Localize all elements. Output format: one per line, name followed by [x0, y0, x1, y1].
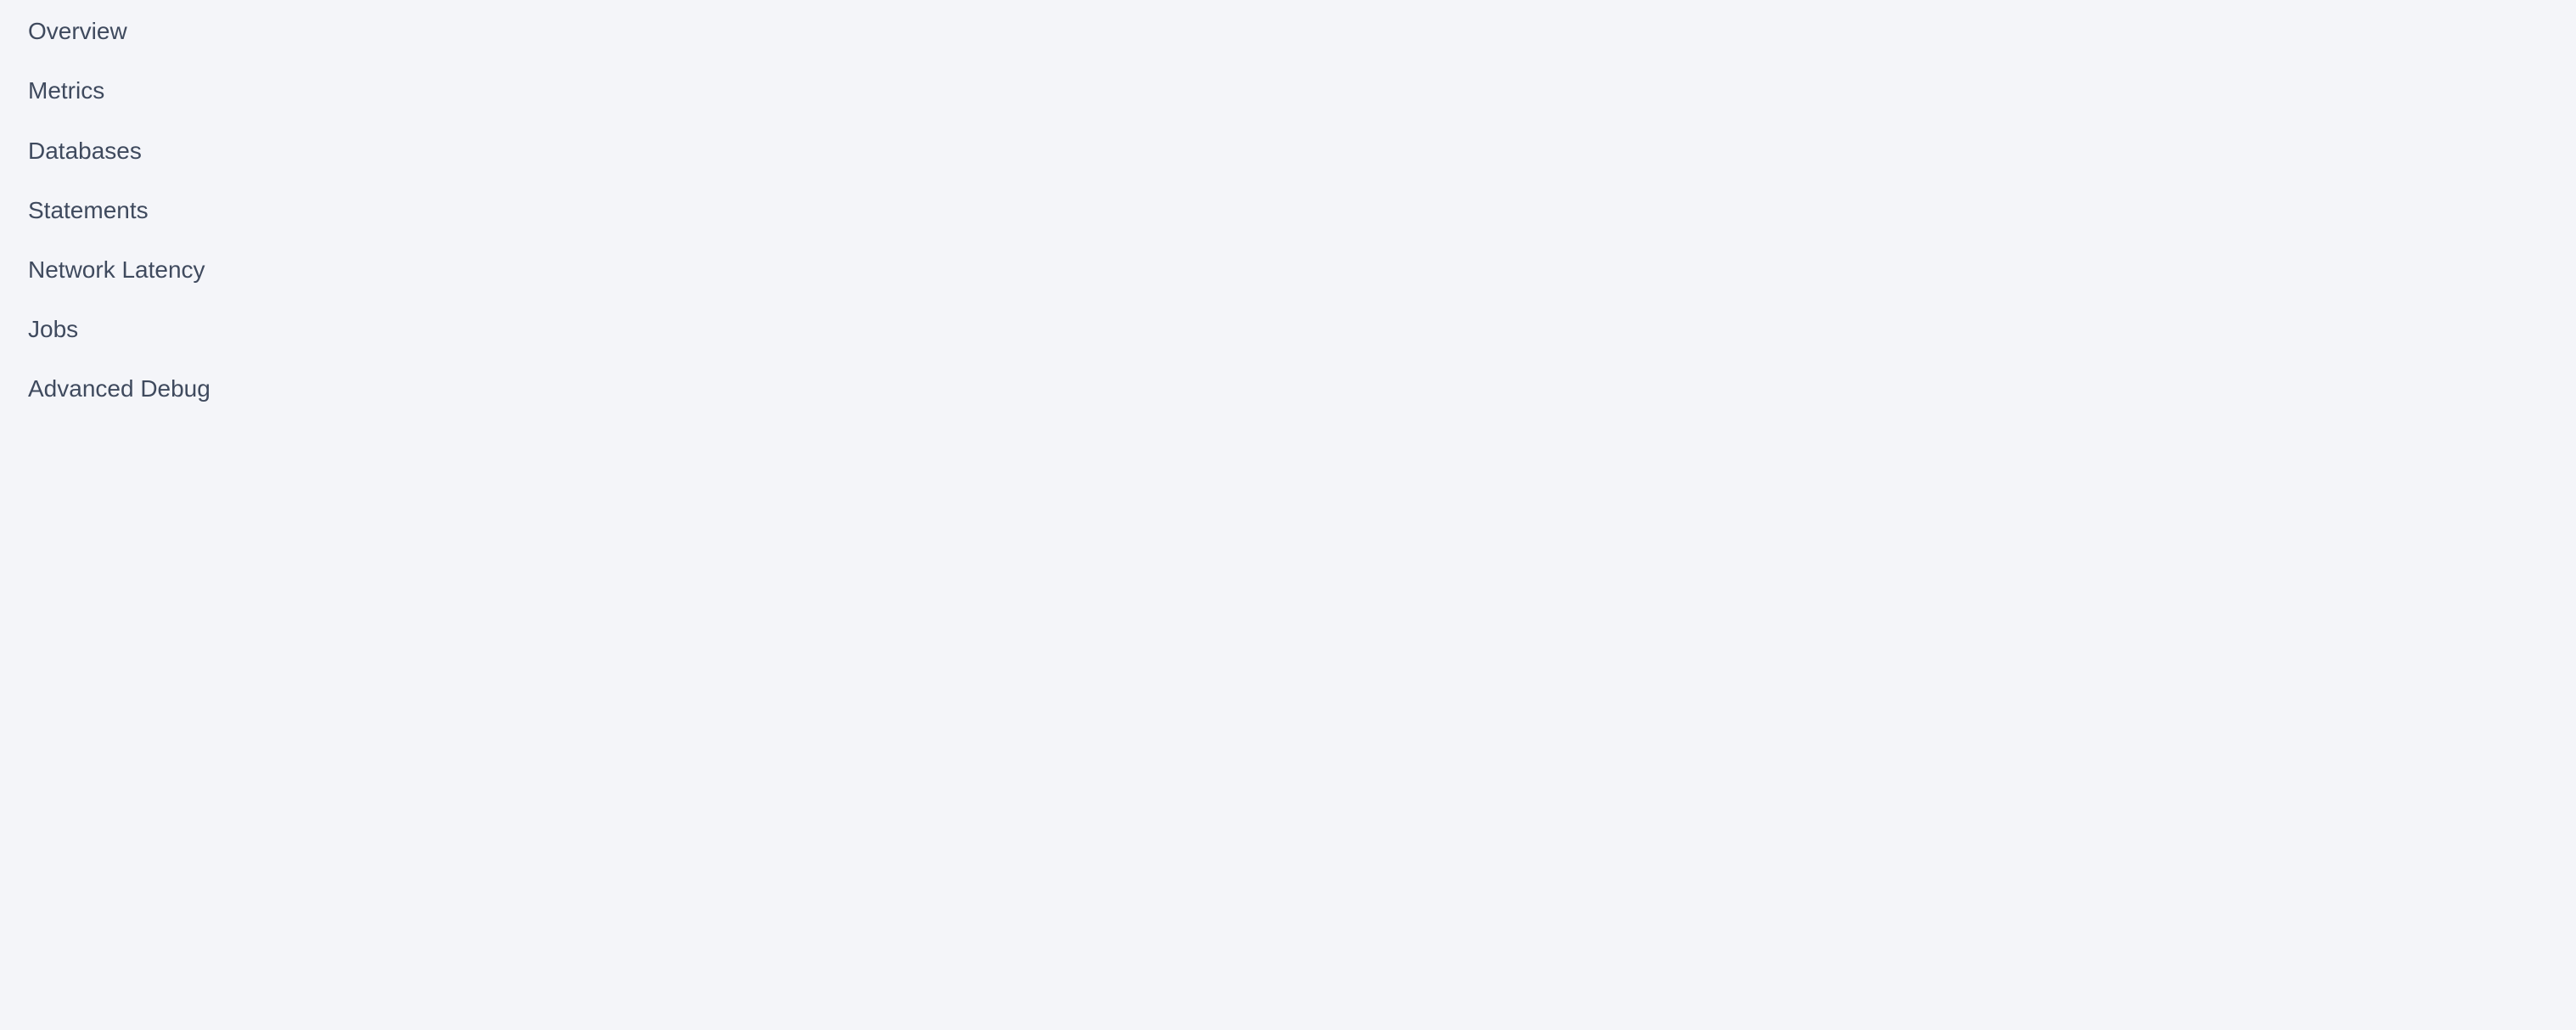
table-row: localhost:26257 (n1) 2 minutes 63 0% 1% … — [0, 520, 2576, 642]
sidebar-item-databases[interactable]: Databases — [28, 121, 142, 181]
node-address-cell[interactable]: localhost:26259 (n2) — [0, 642, 2576, 657]
column-header-cpus[interactable]: CPUS — [0, 474, 2576, 489]
cpus-cell: 16 — [0, 718, 2576, 734]
uptime-cell: 2 minutes — [0, 780, 2576, 795]
column-header-replicas[interactable]: REPLICAS — [0, 428, 2576, 443]
column-header-memory-use[interactable]: MEMORY USE — [0, 459, 2576, 474]
cpus-cell: 16 — [0, 841, 2576, 856]
column-header-uptime[interactable]: UPTIME — [0, 413, 2576, 428]
sidebar-item-statements[interactable]: Statements — [28, 181, 149, 240]
sidebar-item-jobs[interactable]: Jobs — [28, 300, 78, 359]
sidebar-item-metrics[interactable]: Metrics — [28, 61, 104, 121]
sidebar-item-advanced-debug[interactable]: Advanced Debug — [28, 359, 210, 419]
version-cell: v20.1.0-bet… — [0, 611, 2576, 627]
node-address-cell[interactable]: localhost:26257 (n1) — [0, 520, 2576, 535]
table-row: localhost:26259 (n2) 2 minutes 63 0% 0% … — [0, 642, 2576, 764]
capacity-use-cell: 0% — [0, 810, 2576, 825]
sidebar: Overview Metrics Databases Statements Ne… — [0, 0, 346, 1030]
cluster-summary-card: Capacity Usage 0.0% 0 GiB 200 GiB 400 Gi… — [0, 0, 2576, 367]
capacity-use-cell: 0% — [0, 688, 2576, 703]
node-address-cell[interactable]: localhost:26258 (n3) — [0, 764, 2576, 780]
cpus-cell: 16 — [0, 596, 2576, 611]
version-cell: v20.1.0-bet… — [0, 734, 2576, 749]
column-header-version[interactable]: VERSION — [0, 489, 2576, 504]
nodes-table-header: NODES UPTIME REPLICAS CAPACITY USE MEMOR… — [0, 397, 2576, 520]
sidebar-item-network-latency[interactable]: Network Latency — [28, 240, 205, 300]
axis-label-400gib: 400 GiB — [0, 61, 2576, 76]
axis-label-200gib: 200 GiB — [0, 46, 2576, 61]
used-capacity-label: USED CAPACITY — [0, 76, 2576, 92]
column-header-capacity-use[interactable]: CAPACITY USE — [0, 443, 2576, 459]
usable-capacity-label: USABLE CAPACITY — [0, 107, 2576, 122]
memory-use-cell: 0% — [0, 703, 2576, 718]
capacity-use-cell: 0% — [0, 566, 2576, 581]
nodes-section-title: Nodes (3) — [0, 382, 2576, 397]
status-cell: LIVE — [0, 871, 2576, 886]
status-cell: LIVE — [0, 627, 2576, 642]
usable-capacity-value: 515.9 GiB — [0, 122, 2576, 138]
memory-use-cell: 1% — [0, 825, 2576, 841]
replicas-cell: 63 — [0, 795, 2576, 810]
node-list-dropdown-label[interactable]: Node List — [0, 367, 2576, 382]
version-cell: v20.1.0-bet… — [0, 856, 2576, 871]
nodes-card: Nodes (3) NODES UPTIME REPLICAS CAPACITY… — [0, 382, 2576, 886]
table-row: localhost:26258 (n3) 2 minutes 63 0% 1% … — [0, 764, 2576, 886]
used-capacity-value: 25.5 MiB — [0, 92, 2576, 107]
status-cell: LIVE — [0, 749, 2576, 764]
uptime-cell: 2 minutes — [0, 657, 2576, 673]
memory-use-cell: 1% — [0, 581, 2576, 596]
nodes-table: NODES UPTIME REPLICAS CAPACITY USE MEMOR… — [0, 397, 2576, 886]
node-status-title: Node Status — [0, 138, 2576, 153]
uptime-cell: 2 minutes — [0, 535, 2576, 550]
column-header-nodes[interactable]: NODES — [0, 397, 2576, 413]
axis-label-0gib: 0 GiB — [0, 31, 2576, 46]
sidebar-item-overview[interactable]: Overview — [28, 2, 127, 61]
column-header-status[interactable]: STATUS — [0, 504, 2576, 520]
capacity-used-percent: 0.0% — [0, 15, 2576, 31]
capacity-usage-title: Capacity Usage — [0, 0, 2576, 15]
replicas-cell: 63 — [0, 673, 2576, 688]
node-list-dropdown[interactable]: Node List — [0, 367, 2576, 382]
replication-status-title: Replication Status — [0, 245, 2576, 260]
replicas-cell: 63 — [0, 550, 2576, 566]
